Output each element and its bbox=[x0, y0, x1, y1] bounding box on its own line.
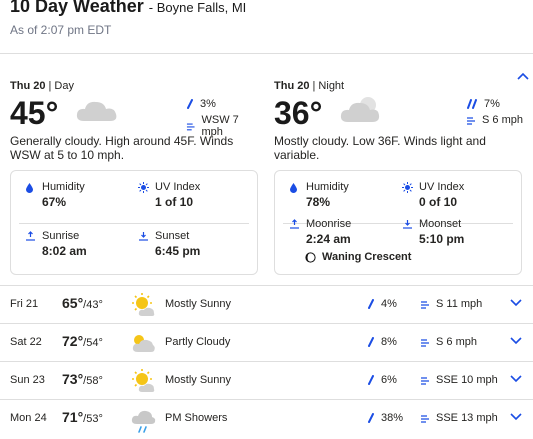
uv-sun-icon bbox=[138, 182, 149, 193]
night-label: Thu 20 | Night bbox=[274, 80, 345, 92]
row-temps: 65°/43° bbox=[62, 295, 103, 311]
night-wind: S 6 mph bbox=[466, 114, 523, 126]
divider bbox=[19, 223, 249, 224]
row-condition: PM Showers bbox=[165, 412, 228, 424]
raindrop-icon bbox=[368, 336, 374, 347]
showers-icon bbox=[130, 406, 156, 439]
row-precip: 6% bbox=[367, 374, 397, 386]
row-wind: SSE 10 mph bbox=[420, 374, 498, 386]
row-wind: S 11 mph bbox=[420, 298, 482, 310]
day-panel: Thu 20 | Day 45° 3% WSW 7 mph Generally … bbox=[10, 80, 260, 275]
location-name: - Boyne Falls, MI bbox=[148, 0, 247, 15]
wind-icon bbox=[186, 123, 195, 131]
row-day: Sat 22 bbox=[10, 336, 42, 348]
raindrop-icon bbox=[368, 298, 374, 309]
moonset-icon bbox=[403, 220, 412, 229]
moon-phase: Waning Crescent bbox=[305, 251, 411, 263]
row-precip: 8% bbox=[367, 336, 397, 348]
moonrise-icon bbox=[290, 219, 299, 229]
raindrop-icon bbox=[368, 412, 374, 423]
humidity-icon bbox=[26, 183, 33, 193]
night-details-card: Humidity 78% UV Index 0 of 10 Moonrise 2… bbox=[274, 170, 522, 275]
night-temperature: 36° bbox=[274, 95, 323, 131]
mostly-cloudy-night-icon bbox=[338, 95, 386, 130]
humidity-cell: Humidity 78% bbox=[290, 181, 349, 209]
day-details-card: Humidity 67% UV Index 1 of 10 Sunrise 8:… bbox=[10, 170, 258, 275]
row-temps: 71°/53° bbox=[62, 409, 103, 425]
expand-chevron-down-icon[interactable] bbox=[510, 412, 522, 424]
row-precip: 38% bbox=[367, 412, 403, 424]
waning-crescent-icon bbox=[305, 251, 316, 263]
divider bbox=[0, 53, 533, 54]
expand-chevron-down-icon[interactable] bbox=[510, 336, 522, 348]
uv-sun-icon bbox=[402, 182, 413, 193]
night-panel: Thu 20 | Night 36° 7% S 6 mph Mostly clo… bbox=[274, 80, 524, 275]
page-header: 10 Day Weather - Boyne Falls, MI bbox=[10, 0, 533, 17]
row-day: Fri 21 bbox=[10, 298, 39, 310]
sunset-icon bbox=[139, 232, 148, 241]
forecast-row-fri[interactable]: Fri 21 65°/43° Mostly Sunny 4% S 11 mph bbox=[0, 285, 533, 324]
moonrise-cell: Moonrise 2:24 am bbox=[290, 218, 351, 246]
day-precip: 3% bbox=[186, 98, 216, 110]
sunset-cell: Sunset 6:45 pm bbox=[139, 230, 200, 258]
page-title: 10 Day Weather - Boyne Falls, MI bbox=[10, 0, 247, 16]
wind-icon bbox=[467, 117, 475, 125]
row-wind: SSE 13 mph bbox=[420, 412, 498, 424]
humidity-cell: Humidity 67% bbox=[26, 181, 85, 209]
day-label: Thu 20 | Day bbox=[10, 80, 74, 92]
row-temps: 72°/54° bbox=[62, 333, 103, 349]
humidity-icon bbox=[290, 183, 297, 193]
expand-chevron-down-icon[interactable] bbox=[510, 374, 522, 386]
wind-icon bbox=[421, 301, 429, 309]
row-condition: Mostly Sunny bbox=[165, 298, 232, 310]
expand-chevron-down-icon[interactable] bbox=[510, 298, 522, 310]
timestamp: As of 2:07 pm EDT bbox=[10, 23, 112, 37]
wind-icon bbox=[421, 339, 429, 347]
day-temperature: 45° bbox=[10, 95, 59, 131]
uv-cell: UV Index 1 of 10 bbox=[138, 181, 200, 209]
raindrop-icon bbox=[368, 374, 374, 385]
row-precip: 4% bbox=[367, 298, 397, 310]
partly-cloudy-icon bbox=[130, 330, 156, 359]
forecast-row-mon[interactable]: Mon 24 71°/53° PM Showers 38% SSE 13 mph bbox=[0, 399, 533, 438]
wind-icon bbox=[421, 415, 429, 423]
uv-cell: UV Index 0 of 10 bbox=[402, 181, 464, 209]
row-day: Mon 24 bbox=[10, 412, 47, 424]
night-narrative: Mostly cloudy. Low 36F. Winds light and … bbox=[274, 134, 486, 162]
rain-snow-icon bbox=[467, 98, 477, 109]
raindrop-icon bbox=[187, 98, 193, 109]
row-day: Sun 23 bbox=[10, 374, 45, 386]
row-wind: S 6 mph bbox=[420, 336, 477, 348]
wind-icon bbox=[421, 377, 429, 385]
sunrise-icon bbox=[26, 231, 35, 241]
forecast-row-sun[interactable]: Sun 23 73°/58° Mostly Sunny 6% SSE 10 mp… bbox=[0, 361, 533, 400]
moonset-cell: Moonset 5:10 pm bbox=[403, 218, 464, 246]
sunrise-cell: Sunrise 8:02 am bbox=[26, 230, 87, 258]
row-condition: Partly Cloudy bbox=[165, 336, 231, 348]
row-temps: 73°/58° bbox=[62, 371, 103, 387]
day-narrative: Generally cloudy. High around 45F. Winds… bbox=[10, 134, 234, 162]
row-condition: Mostly Sunny bbox=[165, 374, 232, 386]
forecast-row-sat[interactable]: Sat 22 72°/54° Partly Cloudy 8% S 6 mph bbox=[0, 323, 533, 362]
cloudy-icon bbox=[74, 95, 122, 130]
mostly-sunny-icon bbox=[130, 368, 156, 397]
mostly-sunny-icon bbox=[130, 292, 156, 321]
night-precip: 7% bbox=[466, 98, 500, 110]
